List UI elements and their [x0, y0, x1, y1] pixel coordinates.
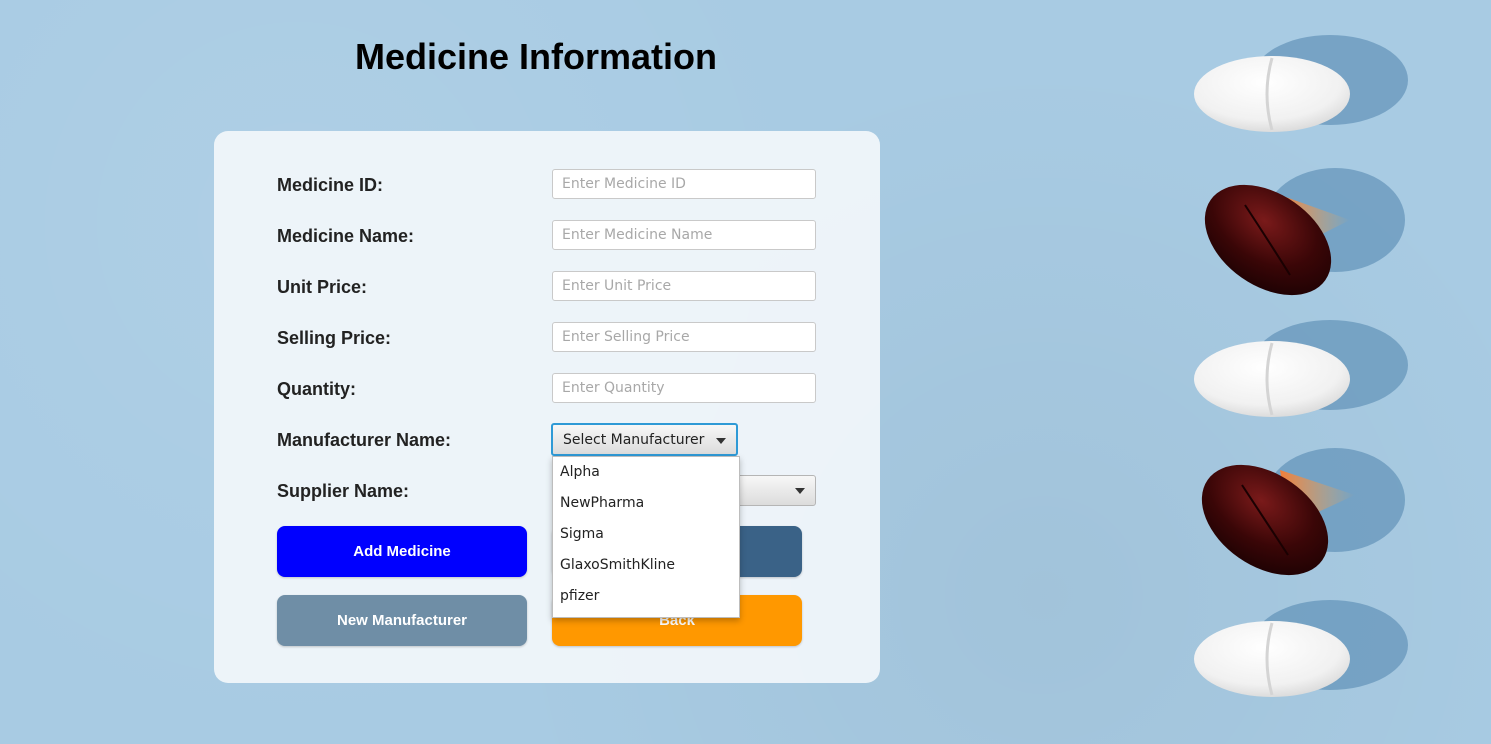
manufacturer-label: Manufacturer Name: — [277, 430, 452, 450]
medicine-id-input[interactable] — [552, 169, 816, 199]
manufacturer-select[interactable]: Select Manufacturer — [551, 423, 738, 456]
manufacturer-option[interactable]: Alpha — [553, 457, 739, 488]
medicine-id-label: Medicine ID: — [277, 175, 384, 195]
unit-price-label: Unit Price: — [277, 277, 368, 297]
selling-price-label: Selling Price: — [277, 328, 392, 348]
quantity-label: Quantity: — [277, 379, 356, 399]
manufacturer-option[interactable]: pfizer — [553, 581, 739, 612]
add-medicine-button[interactable]: Add Medicine — [277, 526, 527, 577]
manufacturer-selected-value: Select Manufacturer — [563, 432, 705, 448]
manufacturer-dropdown-list: Alpha NewPharma Sigma GlaxoSmithKline pf… — [552, 456, 740, 618]
medicine-name-input[interactable] — [552, 220, 816, 250]
chevron-down-icon — [795, 488, 805, 494]
manufacturer-option[interactable]: GlaxoSmithKline — [553, 550, 739, 581]
supplier-label: Supplier Name: — [277, 481, 410, 501]
page-title: Medicine Information — [355, 36, 718, 77]
manufacturer-option[interactable]: Sigma — [553, 519, 739, 550]
pills-decor-image — [1194, 35, 1408, 697]
medicine-name-label: Medicine Name: — [277, 226, 415, 246]
quantity-input[interactable] — [552, 373, 816, 403]
chevron-down-icon — [716, 438, 726, 444]
unit-price-input[interactable] — [552, 271, 816, 301]
white-tablet — [1194, 35, 1408, 132]
selling-price-input[interactable] — [552, 322, 816, 352]
manufacturer-option[interactable]: NewPharma — [553, 488, 739, 519]
new-manufacturer-button[interactable]: New Manufacturer — [277, 595, 527, 646]
